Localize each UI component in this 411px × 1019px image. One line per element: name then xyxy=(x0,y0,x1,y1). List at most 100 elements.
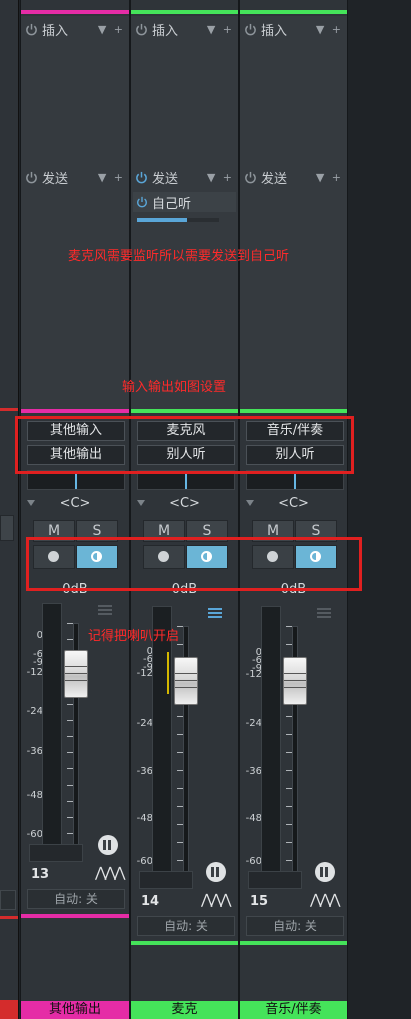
dropdown-plus-icon[interactable]: ▼ + xyxy=(316,23,343,36)
annotation-box-io xyxy=(15,416,354,474)
insert-section: 插入 ▼ + xyxy=(240,16,347,165)
channel-strip-mic: 插入 ▼ + 发送 ▼ + 自己听 麦克风 别人听 <C> M S 0dB 0 -6 -9 -12 -24 -3… xyxy=(130,0,239,1019)
meter-signal xyxy=(167,652,169,694)
empty-mixer-area xyxy=(348,0,411,1019)
dropdown-plus-icon[interactable]: ▼ + xyxy=(98,23,125,36)
level-meter xyxy=(261,606,281,872)
volume-fader-knob[interactable] xyxy=(283,657,307,705)
pan-value: <C> xyxy=(59,496,91,511)
insert-section: 插入 ▼ + xyxy=(131,16,238,165)
knob-line xyxy=(65,673,87,674)
knob-line xyxy=(175,687,197,688)
group-icon[interactable] xyxy=(315,862,335,882)
volume-fader-knob[interactable] xyxy=(64,650,88,698)
channel-color-bar xyxy=(240,10,347,14)
level-meter xyxy=(152,606,172,872)
fader-value-box[interactable] xyxy=(139,871,193,889)
meter-scale-label: -36 xyxy=(245,766,262,777)
knob-line xyxy=(284,687,306,688)
partial-button[interactable] xyxy=(0,515,14,541)
power-icon[interactable] xyxy=(25,23,38,36)
insert-label: 插入 xyxy=(152,23,179,39)
knob-line xyxy=(284,680,306,681)
meter-scale-label: -60 xyxy=(245,856,262,867)
meter-menu-icon[interactable] xyxy=(208,608,222,618)
stripe xyxy=(208,616,222,618)
left-partial-channel xyxy=(0,0,19,1019)
volume-fader-knob[interactable] xyxy=(174,657,198,705)
send-section: 发送 ▼ + 自己听 xyxy=(131,164,238,410)
knob-line xyxy=(284,673,306,674)
partial-name xyxy=(0,1000,18,1019)
pan-value: <C> xyxy=(169,496,200,511)
group-icon[interactable] xyxy=(206,862,226,882)
insert-header[interactable]: 插入 ▼ + xyxy=(135,19,234,39)
send-header[interactable]: 发送 ▼ + xyxy=(25,167,125,187)
automation-mode[interactable]: 自动: 关 xyxy=(246,916,344,936)
fader-value-box[interactable] xyxy=(29,844,83,862)
send-label: 发送 xyxy=(42,171,69,187)
knob-line xyxy=(65,666,87,667)
pan-value: <C> xyxy=(278,496,309,511)
send-slot-label: 自己听 xyxy=(152,196,192,212)
channel-name[interactable]: 音乐/伴奏 xyxy=(240,1001,347,1019)
waveform-icon[interactable]: ⋀⋀⋀ xyxy=(310,892,340,908)
channel-color-bar-bottom xyxy=(21,914,129,918)
send-section: 发送 ▼ + xyxy=(21,164,129,410)
send-level-slider[interactable] xyxy=(137,218,219,222)
channel-color-bar xyxy=(131,10,238,14)
channel-color-bar xyxy=(21,10,129,14)
send-slot-self-listen[interactable]: 自己听 xyxy=(133,192,236,212)
channel-name[interactable]: 其他输出 xyxy=(21,1001,129,1019)
power-icon[interactable] xyxy=(244,171,257,184)
annotation-monitor: 记得把喇叭开启 xyxy=(88,629,180,644)
waveform-icon[interactable]: ⋀⋀⋀ xyxy=(201,892,231,908)
meter-scale-label: -60 xyxy=(136,856,153,867)
channel-color-bar-lower xyxy=(21,409,129,413)
power-icon[interactable] xyxy=(135,23,148,36)
send-header[interactable]: 发送 ▼ + xyxy=(244,167,343,187)
dropdown-plus-icon[interactable]: ▼ + xyxy=(207,23,234,36)
annotation-send: 麦克风需要监听所以需要发送到自己听 xyxy=(68,249,290,264)
fader-value-box[interactable] xyxy=(248,871,302,889)
stripe xyxy=(317,616,331,618)
stripe xyxy=(98,605,112,607)
meter-menu-icon[interactable] xyxy=(98,605,112,615)
annotation-box-monitor xyxy=(26,537,362,591)
meter-scale-label: -12 xyxy=(245,669,262,680)
insert-header[interactable]: 插入 ▼ + xyxy=(25,19,125,39)
automation-mode[interactable]: 自动: 关 xyxy=(137,916,235,936)
power-icon[interactable] xyxy=(25,171,38,184)
insert-header[interactable]: 插入 ▼ + xyxy=(244,19,343,39)
waveform-icon[interactable]: ⋀⋀⋀ xyxy=(95,865,125,881)
meter-scale-label: -48 xyxy=(245,813,262,824)
send-header[interactable]: 发送 ▼ + xyxy=(135,167,234,187)
annotation-io: 输入输出如图设置 xyxy=(122,380,227,395)
insert-label: 插入 xyxy=(42,23,69,39)
meter-scale-label: -48 xyxy=(136,813,153,824)
channel-strip-other-output: 插入 ▼ + 发送 ▼ + 其他输入 其他输出 <C> M S 0dB 0 -6 -9 -12 -24 -36… xyxy=(20,0,130,1019)
group-icon[interactable] xyxy=(98,835,118,855)
dropdown-plus-icon[interactable]: ▼ + xyxy=(316,171,343,184)
insert-section: 插入 ▼ + xyxy=(21,16,129,165)
automation-mode[interactable]: 自动: 关 xyxy=(27,889,125,909)
send-label: 发送 xyxy=(261,171,288,187)
meter-scale-label: -12 xyxy=(26,667,43,678)
channel-color-bar-lower xyxy=(240,409,347,413)
power-icon[interactable] xyxy=(135,171,148,184)
meter-scale-label: -48 xyxy=(26,790,43,801)
meter-scale-label: -24 xyxy=(245,718,262,729)
send-section: 发送 ▼ + xyxy=(240,164,347,410)
power-icon[interactable] xyxy=(244,23,257,36)
dropdown-plus-icon[interactable]: ▼ + xyxy=(207,171,234,184)
meter-scale-label: -24 xyxy=(26,706,43,717)
stripe xyxy=(208,612,222,614)
knob-line xyxy=(175,680,197,681)
meter-menu-icon[interactable] xyxy=(317,608,331,618)
partial-automation[interactable] xyxy=(0,890,16,910)
channel-name[interactable]: 麦克 xyxy=(131,1001,238,1019)
channel-color-bar-lower xyxy=(131,409,238,413)
channel-color-bar-bottom xyxy=(131,941,238,945)
power-icon[interactable] xyxy=(136,196,148,208)
dropdown-plus-icon[interactable]: ▼ + xyxy=(98,171,125,184)
